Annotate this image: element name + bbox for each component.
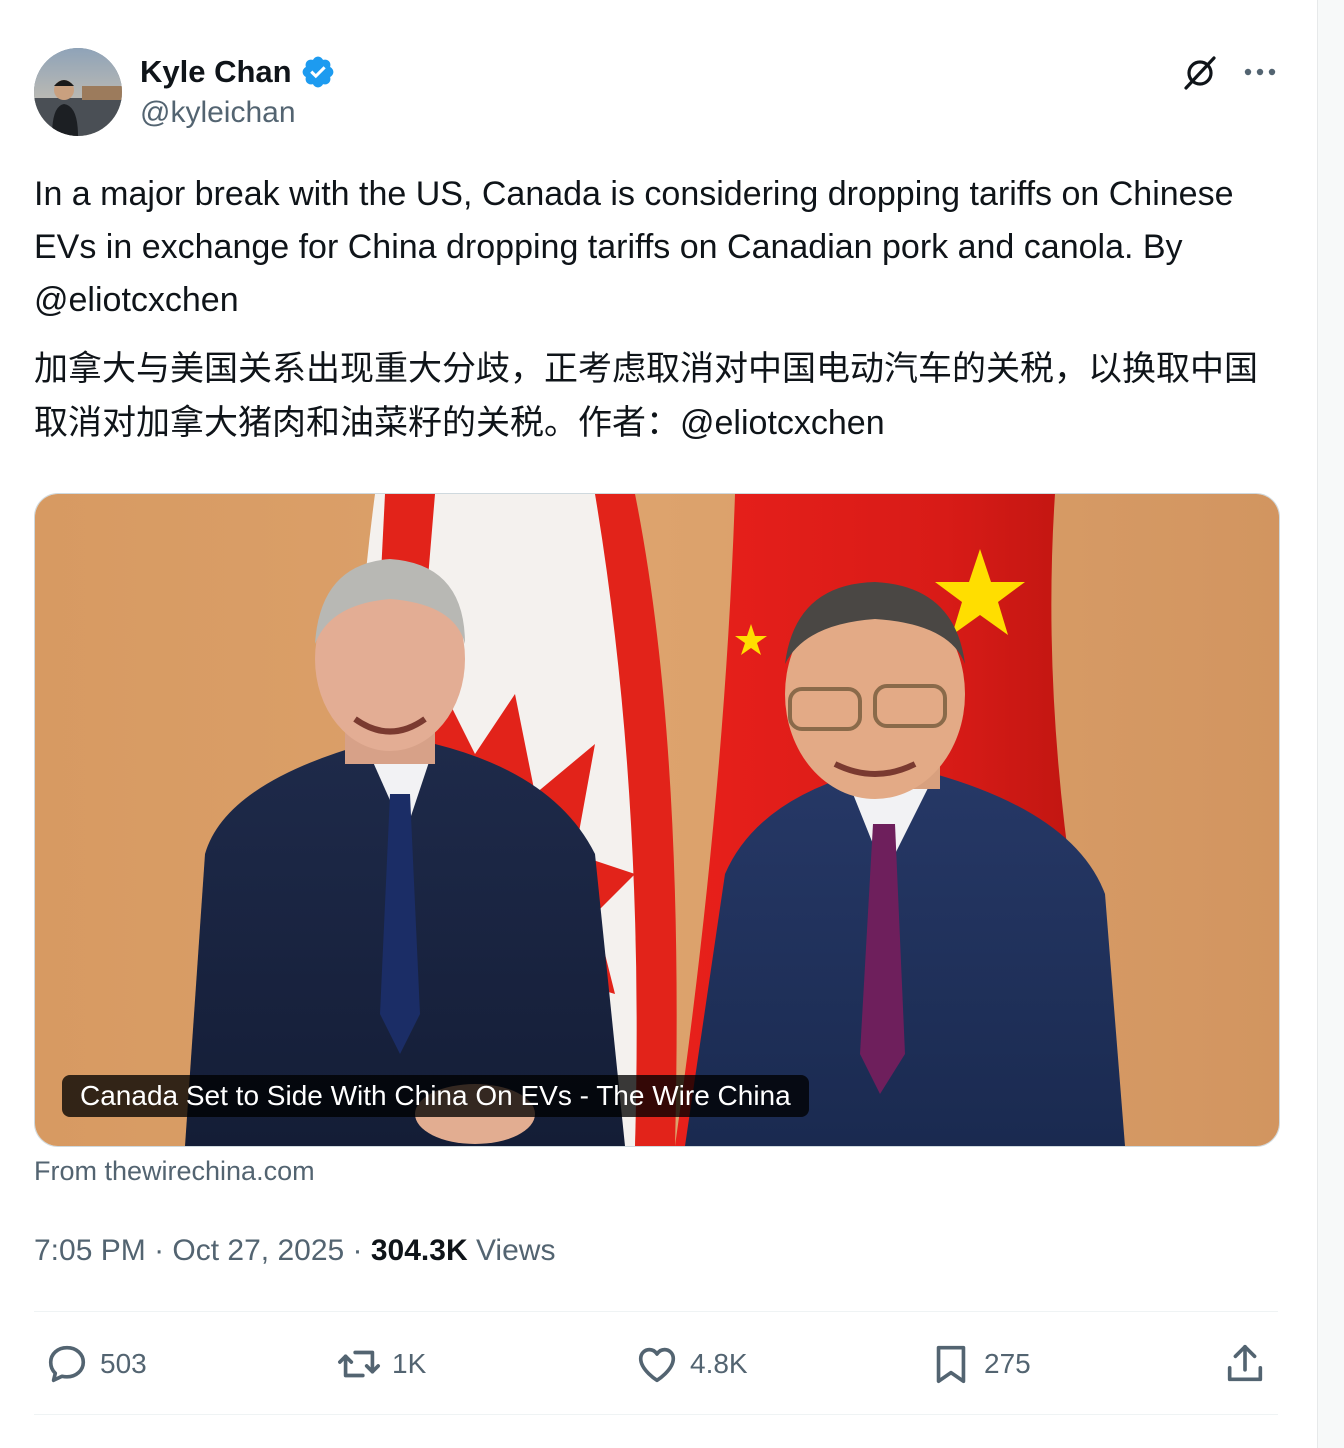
divider [34, 1414, 1278, 1415]
mention-link[interactable]: @eliotcxchen [34, 281, 239, 319]
more-icon[interactable] [1238, 50, 1282, 94]
like-icon [634, 1341, 680, 1387]
author-name-row: Kyle Chan [140, 52, 336, 92]
share-icon [1222, 1341, 1268, 1387]
separator: · [352, 1234, 371, 1267]
share-button[interactable] [1222, 1340, 1268, 1388]
tweet-time[interactable]: 7:05 PM [34, 1234, 146, 1267]
tweet-meta: 7:05 PM · Oct 27, 2025 · 304.3K Views [34, 1234, 555, 1268]
views-label: Views [475, 1234, 556, 1267]
author-handle[interactable]: @kyleichan [140, 96, 296, 130]
window-edge [1317, 0, 1344, 1448]
tweet-date[interactable]: Oct 27, 2025 [172, 1234, 344, 1267]
mention-link[interactable]: @eliotcxchen [680, 404, 885, 442]
link-card-image[interactable] [34, 493, 1280, 1147]
like-count: 4.8K [690, 1348, 748, 1379]
bookmark-count: 275 [984, 1348, 1031, 1379]
action-bar: 503 1K 4.8K 275 [34, 1320, 1278, 1410]
repost-icon [336, 1341, 382, 1387]
tweet-text-en: In a major break with the US, Canada is … [34, 175, 1234, 266]
grok-icon[interactable] [1178, 50, 1222, 94]
reply-button[interactable]: 503 [44, 1340, 147, 1388]
reply-count: 503 [100, 1348, 147, 1379]
tweet-text-chinese: 加拿大与美国关系出现重大分歧，正考虑取消对中国电动汽车的关税，以换取中国取消对加… [34, 342, 1284, 450]
views-count: 304.3K [370, 1234, 468, 1267]
reply-icon [44, 1341, 90, 1387]
divider [34, 1311, 1278, 1312]
link-card-source[interactable]: From thewirechina.com [34, 1156, 315, 1187]
repost-button[interactable]: 1K [336, 1340, 426, 1388]
author-name[interactable]: Kyle Chan [140, 54, 292, 90]
tweet-text-zh: 加拿大与美国关系出现重大分歧，正考虑取消对中国电动汽车的关税，以换取中国取消对加… [34, 350, 1258, 442]
bookmark-button[interactable]: 275 [928, 1340, 1031, 1388]
bookmark-icon [928, 1341, 974, 1387]
like-button[interactable]: 4.8K [634, 1340, 748, 1388]
avatar[interactable] [34, 48, 122, 136]
tweet-text-english: In a major break with the US, Canada is … [34, 168, 1284, 327]
link-card-title[interactable]: Canada Set to Side With China On EVs - T… [62, 1075, 809, 1117]
verified-badge-icon[interactable] [300, 54, 336, 90]
repost-count: 1K [392, 1348, 427, 1379]
separator: · [154, 1234, 173, 1267]
